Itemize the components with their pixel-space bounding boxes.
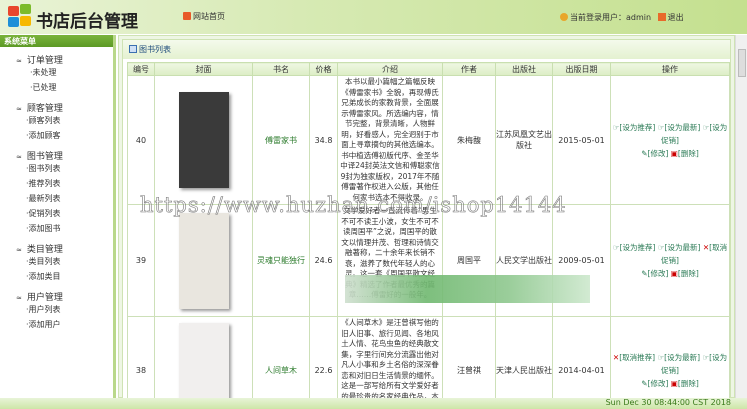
vertical-scrollbar[interactable] (735, 35, 747, 398)
menu-item[interactable]: ·未处理 (30, 65, 113, 80)
book-price: 34.8 (309, 75, 338, 205)
menu-group[interactable]: ≈ 用户管理 (16, 290, 113, 303)
menu-item[interactable]: ·已处理 (30, 80, 113, 95)
book-price: 24.6 (309, 204, 338, 317)
book-id: 38 (127, 316, 155, 398)
book-price: 22.6 (309, 316, 338, 398)
home-icon (183, 12, 191, 20)
column-header: 出版日期 (552, 62, 611, 76)
op-link[interactable]: [设为最新] (664, 353, 700, 362)
column-header: 操作 (610, 62, 730, 76)
table-row: 40 傅雷家书 34.8 本书以最小篇幅之篇幅反映《傅雷家书》全貌，再现傅氏兄弟… (127, 75, 730, 205)
column-header: 作者 (442, 62, 496, 76)
menu-item[interactable]: ·顾客列表 (26, 113, 113, 128)
column-header: 介绍 (337, 62, 443, 76)
collapse-chevron-icon: ≈ (16, 246, 22, 254)
menu-group[interactable]: ≈ 类目管理 (16, 242, 113, 255)
menu-item[interactable]: ·最新列表 (26, 191, 113, 206)
book-publisher: 江苏凤凰文艺出版社 (495, 75, 553, 205)
column-header: 书名 (252, 62, 310, 76)
book-list-panel: 图书列表 编号 封面 书名 价格 介绍 作者 出版社 出版日期 操作 40 傅雷家书 34.8 … (122, 39, 731, 399)
book-intro: 《人间草木》是汪曾祺写他的旧人旧事、旅行见闻、各地风土人情、花鸟虫鱼的经典散文集… (337, 316, 443, 398)
menu-group[interactable]: ≈ 顾客管理 (16, 101, 113, 114)
book-name-link[interactable]: 傅雷家书 (252, 75, 310, 205)
logout-icon (657, 13, 666, 21)
book-author: 朱梅馥 (442, 75, 496, 205)
menu-item[interactable]: ·添加顾客 (26, 128, 113, 143)
book-intro: 本书以最小篇幅之篇幅反映《傅雷家书》全貌，再现傅氏兄弟成长的家教背景，全面展示傅… (337, 75, 443, 205)
windows-logo-icon (6, 4, 32, 28)
delete-icon: ▣ (670, 379, 678, 388)
delete-icon: ▣ (670, 148, 678, 158)
home-link[interactable]: 网站首页 (183, 11, 225, 22)
menu-group[interactable]: ≈ 订单管理 (16, 53, 113, 66)
delete-icon: ▣ (670, 269, 678, 278)
column-header: 价格 (309, 62, 338, 76)
blurred-overlay (345, 275, 590, 303)
publish-date: 2014-04-01 (552, 316, 611, 398)
list-icon (129, 45, 137, 53)
column-header: 出版社 (495, 62, 553, 76)
link-icon: ☞ (612, 243, 620, 252)
delete-link[interactable]: [删除] (678, 269, 699, 278)
panel-header: 图书列表 (123, 40, 730, 59)
edit-link[interactable]: [修改] (648, 269, 669, 278)
status-bar: Sun Dec 30 08:44:00 CST 2018 (0, 398, 747, 409)
publish-date: 2015-05-01 (552, 75, 611, 205)
book-author: 汪曾祺 (442, 316, 496, 398)
menu-item[interactable]: ·添加用户 (26, 317, 113, 332)
sidebar: 系统菜单 ≈ 订单管理 ·未处理 ·已处理 ≈ 顾客管理 ·顾客列表 ·添加顾客 ≈ 图书管理 ·图… (0, 35, 116, 409)
user-info: 当前登录用户：admin 退出 (560, 12, 684, 23)
column-header: 封面 (154, 62, 253, 76)
app-title: 书店后台管理 (36, 12, 138, 32)
book-name-link[interactable]: 灵魂只能独行 (252, 204, 310, 317)
op-link[interactable]: [设为最新] (665, 243, 701, 252)
user-icon (560, 13, 568, 21)
main-content: 图书列表 编号 封面 书名 价格 介绍 作者 出版社 出版日期 操作 40 傅雷家书 34.8 … (118, 35, 735, 399)
edit-link[interactable]: [修改] (648, 149, 669, 158)
op-link[interactable]: [设为推荐] (619, 123, 655, 132)
book-publisher: 天津人民出版社 (495, 316, 553, 398)
logout-link[interactable]: 退出 (657, 13, 684, 22)
header: 书店后台管理 网站首页 当前登录用户：admin 退出 (0, 0, 747, 34)
op-link[interactable]: [设为推荐] (620, 243, 656, 252)
book-name-link[interactable]: 人间草木 (252, 316, 310, 398)
menu-item[interactable]: ·推荐列表 (26, 176, 113, 191)
book-table: 编号 封面 书名 价格 介绍 作者 出版社 出版日期 操作 40 傅雷家书 34.8 本书以最小… (127, 62, 730, 398)
op-link[interactable]: [取消推荐] (619, 353, 655, 362)
delete-link[interactable]: [删除] (678, 379, 699, 388)
collapse-chevron-icon: ≈ (16, 294, 22, 302)
menu-group[interactable]: ≈ 图书管理 (16, 149, 113, 162)
menu-item[interactable]: ·用户列表 (26, 302, 113, 317)
collapse-chevron-icon: ≈ (16, 57, 22, 65)
book-cover-image[interactable] (178, 92, 229, 188)
scrollbar-thumb[interactable] (738, 49, 746, 77)
menu-item[interactable]: ·类目列表 (26, 254, 113, 269)
column-header: 编号 (127, 62, 155, 76)
menu-item[interactable]: ·促销列表 (26, 206, 113, 221)
collapse-chevron-icon: ≈ (16, 153, 22, 161)
menu-item[interactable]: ·添加类目 (26, 269, 113, 284)
op-link[interactable]: [设为最新] (664, 123, 700, 132)
table-row: 38 人间草木 22.6 《人间草木》是汪曾祺写他的旧人旧事、旅行见闻、各地风土… (127, 316, 730, 398)
menu-item[interactable]: ·图书列表 (26, 161, 113, 176)
sidebar-title: 系统菜单 (0, 35, 113, 47)
delete-link[interactable]: [删除] (678, 149, 699, 158)
edit-link[interactable]: [修改] (648, 379, 669, 388)
menu-item[interactable]: ·添加图书 (26, 221, 113, 236)
collapse-chevron-icon: ≈ (16, 105, 22, 113)
link-icon: ☞ (657, 243, 665, 252)
book-id: 40 (127, 75, 155, 205)
book-id: 39 (127, 204, 155, 317)
book-cover-image[interactable] (178, 212, 229, 309)
book-cover-image[interactable] (178, 322, 229, 398)
